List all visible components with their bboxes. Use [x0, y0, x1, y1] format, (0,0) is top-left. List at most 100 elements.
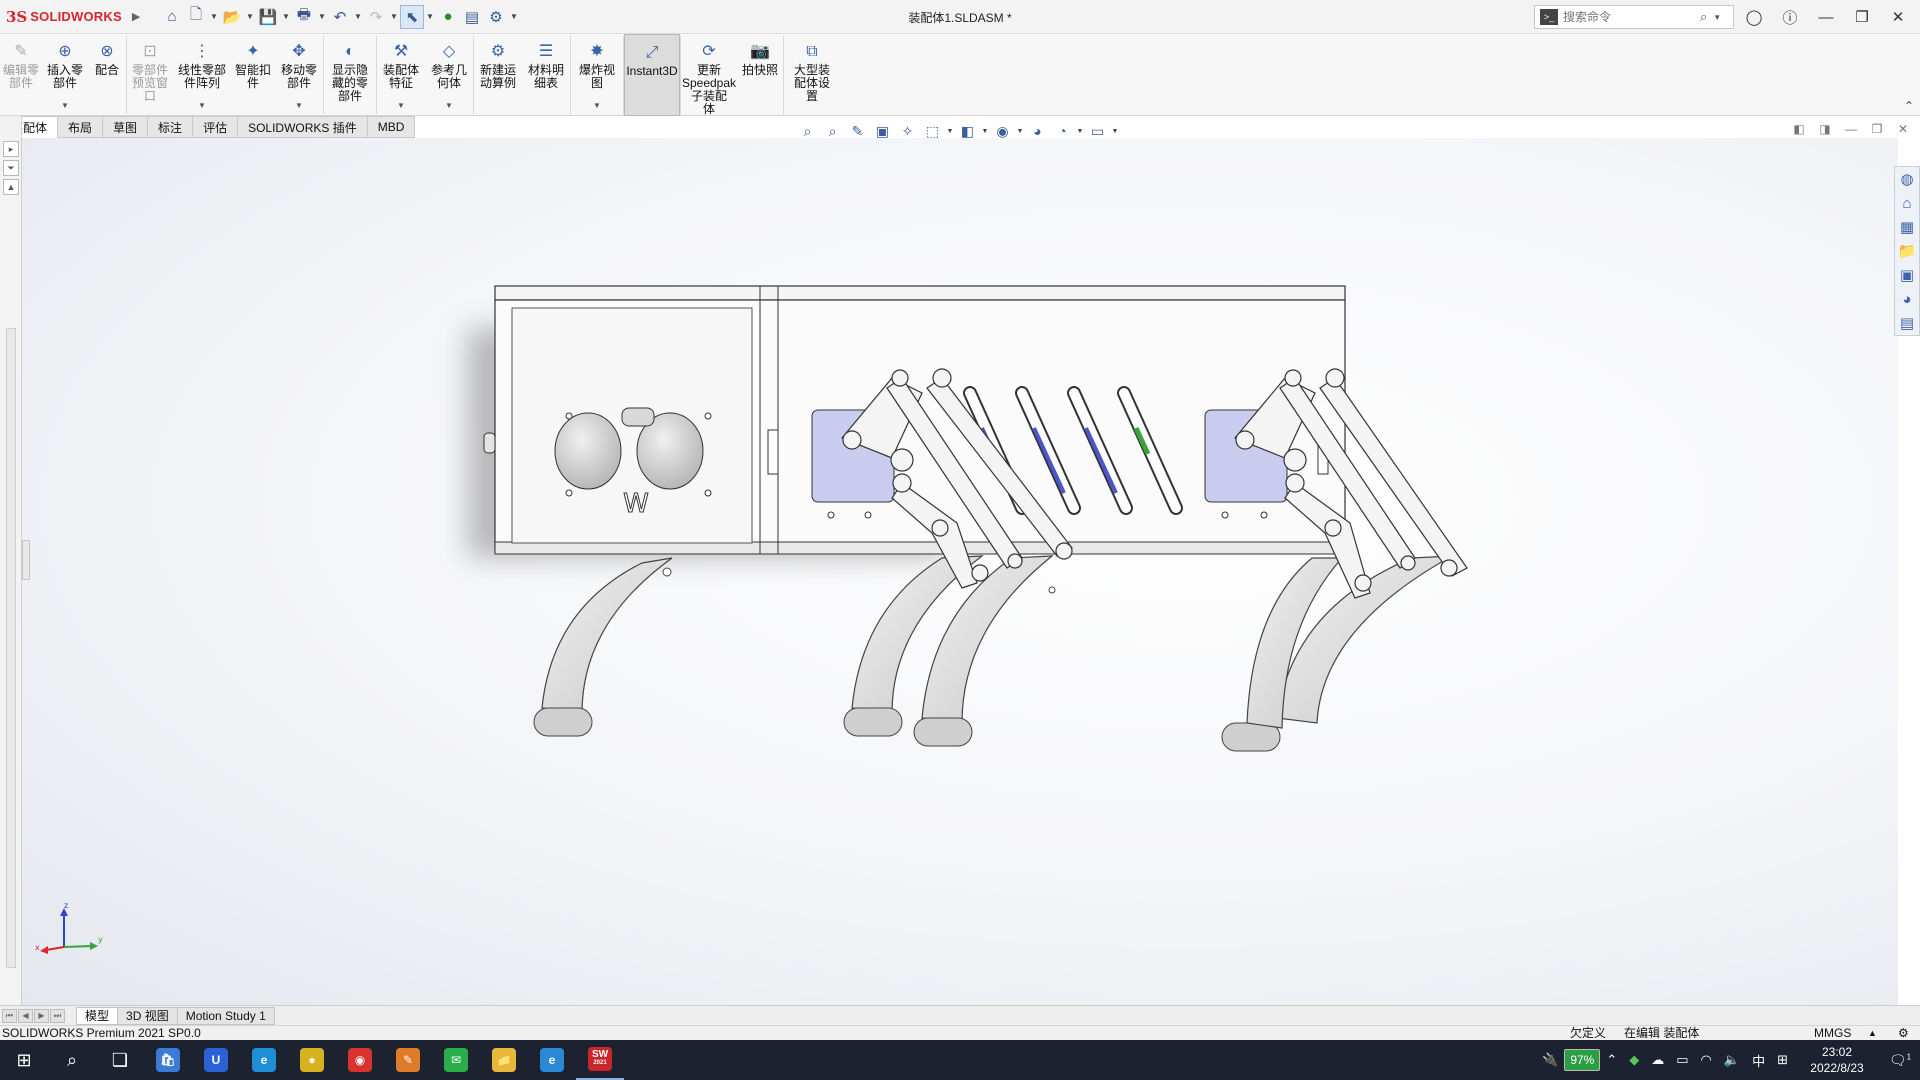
file-explorer-icon[interactable]: 📁	[1898, 239, 1917, 263]
input-mode-icon[interactable]: ⊞	[1777, 1052, 1788, 1068]
next-tab-icon[interactable]: ▶	[34, 1008, 49, 1023]
ribbon-button-show-hidden[interactable]: ◐ 显示隐 藏的零 部件	[324, 34, 376, 116]
chevron-down-icon[interactable]: ▼	[593, 99, 601, 112]
taskbar-app-app-yellow[interactable]: ●	[288, 1040, 336, 1080]
ribbon-button-new-motion-study[interactable]: ⚙ 新建运 动算例	[474, 34, 522, 116]
solidworks-logo[interactable]: 3S SOLIDWORKS ▶	[0, 0, 140, 34]
usb-icon[interactable]: ▭	[1676, 1052, 1688, 1068]
ribbon-button-assembly-features[interactable]: ⚒ 装配体 特征 ▼	[377, 34, 425, 116]
tab-1[interactable]: 布局	[58, 116, 104, 138]
account-icon[interactable]: ◯	[1736, 8, 1772, 26]
chevron-down-icon[interactable]: ▼	[445, 99, 453, 112]
ribbon-button-bom[interactable]: ☰ 材料明 细表	[522, 34, 570, 116]
chevron-down-icon[interactable]: ▼	[508, 12, 520, 21]
feature-tree-scrollbar[interactable]	[6, 328, 16, 968]
chevron-down-icon[interactable]: ▼	[61, 99, 69, 112]
scroll-up-icon[interactable]: ▲	[3, 179, 19, 195]
viewport-prev-icon[interactable]: ◧	[1786, 122, 1812, 136]
hide-show-items-icon[interactable]: ◉	[990, 123, 1015, 140]
clock[interactable]: 23:02 2022/8/23	[1794, 1044, 1880, 1076]
assembly-model[interactable]: W	[22, 138, 1898, 1005]
battery-indicator[interactable]: 97%	[1564, 1049, 1601, 1071]
search-input[interactable]	[1563, 10, 1698, 24]
viewport-next-icon[interactable]: ◨	[1812, 122, 1838, 136]
taskbar-app-edge[interactable]: e	[240, 1040, 288, 1080]
close-icon[interactable]: ✕	[1880, 8, 1916, 26]
ribbon-button-large-assembly[interactable]: ⧉ 大型装 配体设 置	[784, 34, 840, 116]
show-hidden-icons-icon[interactable]: ⌃	[1606, 1052, 1617, 1068]
taskbar-app-task-view[interactable]: ❏	[96, 1040, 144, 1080]
tab-4[interactable]: 评估	[193, 116, 239, 138]
rebuild-status-icon[interactable]: ⚙	[1898, 1026, 1909, 1040]
unit-system[interactable]: MMGS	[1814, 1026, 1851, 1040]
solidworks-resources-icon[interactable]: ◍	[1900, 167, 1913, 191]
chevron-down-icon[interactable]: ▼	[945, 128, 955, 135]
display-style-icon[interactable]: ◧	[955, 123, 980, 140]
ribbon-button-edit-component[interactable]: ✎ 编辑零 部件	[0, 34, 42, 116]
notification-center-icon[interactable]: 🗨1	[1880, 1052, 1920, 1069]
taskbar-app-start[interactable]: ⊞	[0, 1040, 48, 1080]
tab-2[interactable]: 草图	[103, 116, 149, 138]
bottom-tab-2[interactable]: Motion Study 1	[177, 1006, 275, 1025]
help-icon[interactable]: ⓘ	[1772, 7, 1808, 28]
collapse-ribbon-icon[interactable]: ⌃	[1904, 99, 1914, 113]
taskbar-app-ie[interactable]: e	[528, 1040, 576, 1080]
taskbar-app-solidworks[interactable]: SW 2021	[576, 1040, 624, 1080]
chevron-down-icon[interactable]: ▼	[1110, 128, 1120, 135]
ribbon-button-move-component[interactable]: ✥ 移动零 部件 ▼	[275, 34, 323, 116]
chevron-down-icon[interactable]: ▼	[280, 12, 292, 21]
edit-appearance-icon[interactable]: ◕	[1025, 123, 1050, 139]
zoom-to-area-icon[interactable]: ⌕	[820, 123, 845, 140]
previous-view-icon[interactable]: ✎	[845, 123, 870, 140]
chevron-down-icon[interactable]: ▼	[1713, 13, 1721, 22]
panel-resize-handle[interactable]	[22, 540, 30, 580]
chevron-down-icon[interactable]: ▼	[244, 12, 256, 21]
ribbon-button-reference-geometry[interactable]: ◇ 参考几 何体 ▼	[425, 34, 473, 116]
menu-expand-icon[interactable]: ▶	[132, 10, 140, 23]
open-folder-icon[interactable]: 📂	[220, 5, 244, 29]
nvidia-icon[interactable]: ◆	[1629, 1052, 1639, 1068]
tab-6[interactable]: MBD	[367, 116, 416, 138]
last-tab-icon[interactable]: ⏭	[50, 1008, 65, 1023]
save-icon[interactable]: 💾	[256, 5, 280, 29]
bottom-tab-0[interactable]: 模型	[76, 1006, 119, 1025]
graphics-area[interactable]: W	[22, 138, 1898, 1005]
taskbar-app-app-orange[interactable]: ✎	[384, 1040, 432, 1080]
zoom-to-fit-icon[interactable]: ⌕	[795, 123, 820, 140]
rebuild-traffic-light-icon[interactable]: ●	[436, 5, 460, 29]
tab-5[interactable]: SOLIDWORKS 插件	[238, 116, 368, 138]
taskbar-app-wechat[interactable]: ✉	[432, 1040, 480, 1080]
bottom-tab-1[interactable]: 3D 视图	[118, 1006, 178, 1025]
filter-icon[interactable]: ⏷	[3, 160, 19, 176]
taskbar-app-store[interactable]: 🛍	[144, 1040, 192, 1080]
chevron-down-icon[interactable]: ▼	[1075, 128, 1085, 135]
search-icon[interactable]: ⌕	[1700, 9, 1707, 25]
command-search-box[interactable]: >_ ⌕ ▼	[1534, 5, 1734, 29]
tab-3[interactable]: 标注	[148, 116, 194, 138]
options-gear-icon[interactable]: ⚙	[484, 5, 508, 29]
chevron-down-icon[interactable]: ▼	[980, 128, 990, 135]
ribbon-button-linear-pattern[interactable]: ⋮ 线性零部 件阵列 ▼	[173, 34, 231, 116]
ribbon-button-instant3d[interactable]: ⤢ Instant3D	[624, 34, 680, 116]
first-tab-icon[interactable]: ⏮	[2, 1008, 17, 1023]
chevron-down-icon[interactable]: ▼	[397, 99, 405, 112]
chevron-down-icon[interactable]: ▼	[316, 12, 328, 21]
leg-front-left[interactable]	[533, 557, 673, 737]
onedrive-icon[interactable]: ☁	[1651, 1052, 1664, 1068]
chevron-down-icon[interactable]: ▼	[208, 12, 220, 21]
ribbon-button-insert-component[interactable]: ⊕ 插入零 部件 ▼	[42, 34, 88, 116]
power-plug-icon[interactable]: 🔌	[1542, 1052, 1558, 1068]
undo-icon[interactable]: ↶	[328, 5, 352, 29]
new-document-icon[interactable]: 🗋	[184, 5, 208, 29]
home-icon[interactable]: ⌂	[1902, 191, 1911, 215]
panel-toggle-icon[interactable]: ▸	[3, 141, 19, 157]
unit-caret-icon[interactable]: ▲	[1868, 1026, 1877, 1040]
chevron-down-icon[interactable]: ▼	[295, 99, 303, 112]
chevron-down-icon[interactable]: ▼	[198, 99, 206, 112]
dynamic-annotation-icon[interactable]: ✧	[895, 123, 920, 140]
restore-icon[interactable]: ❐	[1844, 8, 1880, 26]
ribbon-button-mate[interactable]: ⊗ 配合	[88, 34, 126, 116]
ribbon-button-component-preview[interactable]: ⊡ 零部件 预览窗 口	[127, 34, 173, 116]
ribbon-button-exploded-view[interactable]: ✸ 爆炸视 图 ▼	[571, 34, 623, 116]
view-palette-icon[interactable]: ▣	[1900, 263, 1914, 287]
